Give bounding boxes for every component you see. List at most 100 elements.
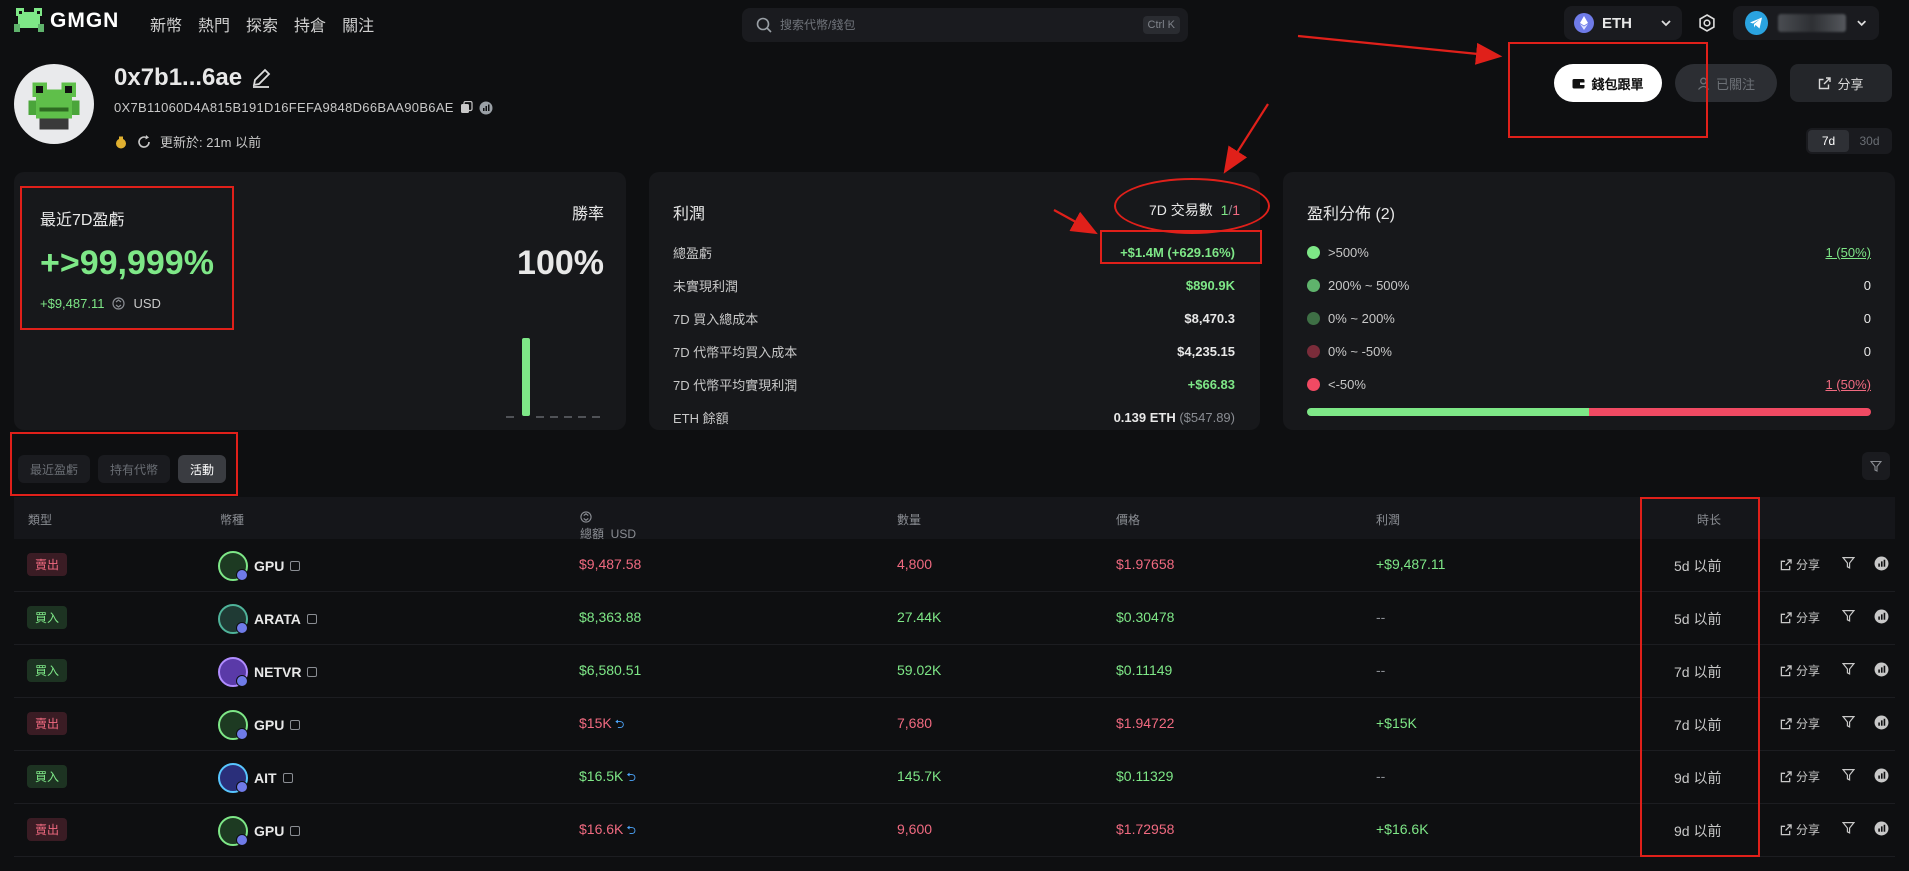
table-row[interactable]: 賣出 GPU $9,487.58 4,800 $1.97658 +$9,487.11 5d … [14, 539, 1895, 592]
col-qty[interactable]: 數量 [897, 511, 921, 528]
token-cell[interactable]: GPU [218, 551, 301, 581]
ethereum-mini-icon [236, 675, 248, 687]
profit-row-label: 7D 代幣平均買入成本 [673, 345, 798, 360]
row-share-button[interactable]: 分享 [1780, 821, 1820, 838]
row-chart-button[interactable] [1874, 715, 1889, 733]
row-share-button[interactable]: 分享 [1780, 715, 1820, 732]
refresh-icon[interactable] [136, 134, 152, 150]
row-filter-button[interactable] [1841, 556, 1856, 572]
table-row[interactable]: 賣出 GPU $16.6K ⮌ 9,600 $1.72958 +$16.6K 9d 以前 分享 [14, 804, 1895, 857]
copy-icon[interactable] [460, 101, 473, 114]
col-total[interactable]: 總額 USD [580, 511, 636, 541]
external-link-icon [1780, 770, 1792, 782]
distribution-title: 盈利分佈 (2) [1307, 206, 1396, 223]
row-filter-button[interactable] [1841, 821, 1856, 837]
row-share-label: 分享 [1796, 770, 1821, 784]
price-cell: $1.94722 [1116, 715, 1175, 731]
copy-icon[interactable] [306, 614, 317, 624]
copy-icon[interactable] [290, 826, 301, 836]
table-filter-button[interactable] [1862, 452, 1890, 480]
token-name[interactable]: GPU [254, 823, 284, 839]
ethereum-mini-icon [236, 781, 248, 793]
user-menu[interactable] [1733, 6, 1879, 40]
token-cell[interactable]: GPU [218, 710, 301, 740]
qty-cell: 59.02K [897, 662, 942, 678]
logo-text: GMGN [50, 9, 120, 32]
token-name[interactable]: NETVR [254, 664, 301, 680]
profit-title: 利潤 [673, 206, 706, 223]
copy-icon[interactable] [282, 773, 293, 783]
update-status: 更新於: 21m 以前 [114, 132, 261, 151]
token-cell[interactable]: GPU [218, 816, 301, 846]
row-filter-button[interactable] [1841, 662, 1856, 678]
type-badge: 賣出 [27, 712, 68, 735]
row-chart-button[interactable] [1874, 768, 1889, 786]
copy-icon[interactable] [290, 561, 301, 571]
distribution-bar-green [1307, 408, 1589, 416]
row-chart-button[interactable] [1874, 609, 1889, 627]
currency-switch-icon[interactable] [580, 511, 592, 523]
logo[interactable]: GMGN [14, 8, 119, 34]
nav-item-holdings[interactable]: 持倉 [294, 12, 326, 36]
profit-row-avg-realized: 7D 代幣平均實現利潤 +$66.83 [673, 368, 1235, 401]
token-cell[interactable]: ARATA [218, 604, 317, 634]
nav-item-following[interactable]: 關注 [342, 12, 374, 36]
row-share-button[interactable]: 分享 [1780, 768, 1820, 785]
table-row[interactable]: 買入 ARATA $8,363.88 27.44K $0.30478 -- 5d 以前 分享 [14, 592, 1895, 645]
row-chart-button[interactable] [1874, 662, 1889, 680]
row-share-button[interactable]: 分享 [1780, 609, 1820, 626]
token-cell[interactable]: AIT [218, 763, 293, 793]
total-cell: $6,580.51 [579, 662, 641, 678]
copy-icon[interactable] [307, 667, 318, 677]
dist-value[interactable]: 1 (50%) [1825, 245, 1871, 260]
filter-icon [1841, 557, 1856, 569]
chart-icon [1874, 715, 1889, 730]
row-filter-button[interactable] [1841, 609, 1856, 625]
dist-label: <-50% [1328, 377, 1366, 392]
edit-icon[interactable] [250, 67, 272, 89]
col-type[interactable]: 類型 [28, 511, 52, 528]
top-nav: GMGN 新幣 熱門 探索 持倉 關注 Ctrl K ETH [0, 0, 1909, 44]
copy-icon[interactable] [290, 720, 301, 730]
token-name[interactable]: GPU [254, 558, 284, 574]
row-filter-button[interactable] [1841, 715, 1856, 731]
token-name[interactable]: AIT [254, 770, 277, 786]
nav-item-explore[interactable]: 探索 [246, 12, 278, 36]
money-bag-icon [116, 136, 126, 148]
nav-item-trending[interactable]: 熱門 [198, 12, 230, 36]
row-filter-button[interactable] [1841, 768, 1856, 784]
col-token[interactable]: 幣種 [220, 511, 244, 528]
col-profit[interactable]: 利潤 [1376, 511, 1400, 528]
row-chart-button[interactable] [1874, 556, 1889, 574]
token-name[interactable]: ARATA [254, 611, 301, 627]
token-name[interactable]: GPU [254, 717, 284, 733]
price-cell: $1.72958 [1116, 821, 1175, 837]
table-row[interactable]: 賣出 GPU $15K ⮌ 7,680 $1.94722 +$15K 7d 以前 分享 [14, 698, 1895, 751]
search-box[interactable]: Ctrl K [742, 8, 1188, 42]
dist-label: 0% ~ 200% [1328, 311, 1395, 326]
period-7d[interactable]: 7d [1808, 130, 1849, 152]
qty-cell: 27.44K [897, 609, 942, 625]
table-row[interactable]: 買入 NETVR $6,580.51 59.02K $0.11149 -- 7d 以前 分享 [14, 645, 1895, 698]
total-cell: $16.6K ⮌ [579, 821, 636, 842]
profit-row-label: 7D 買入總成本 [673, 312, 759, 327]
token-cell[interactable]: NETVR [218, 657, 318, 687]
row-share-button[interactable]: 分享 [1780, 662, 1820, 679]
row-share-button[interactable]: 分享 [1780, 556, 1820, 573]
nav-item-new[interactable]: 新幣 [150, 12, 182, 36]
settings-button[interactable] [1694, 10, 1720, 36]
wallet-name-text: 0x7b1...6ae [114, 64, 243, 91]
explorer-icon[interactable] [479, 101, 493, 115]
table-row[interactable]: 買入 AIT $16.5K ⮌ 145.7K $0.11329 -- 9d 以前 分享 [14, 751, 1895, 804]
period-30d[interactable]: 30d [1849, 130, 1890, 152]
col-price[interactable]: 價格 [1116, 511, 1140, 528]
total-value: $6,580.51 [579, 662, 642, 678]
type-badge: 賣出 [27, 818, 68, 841]
dist-value[interactable]: 1 (50%) [1825, 377, 1871, 392]
chart-icon [1874, 821, 1889, 836]
share-button[interactable]: 分享 [1790, 64, 1892, 102]
chain-selector[interactable]: ETH [1564, 6, 1682, 40]
search-input[interactable] [780, 18, 1120, 32]
row-chart-button[interactable] [1874, 821, 1889, 839]
external-link-icon [1780, 664, 1792, 676]
